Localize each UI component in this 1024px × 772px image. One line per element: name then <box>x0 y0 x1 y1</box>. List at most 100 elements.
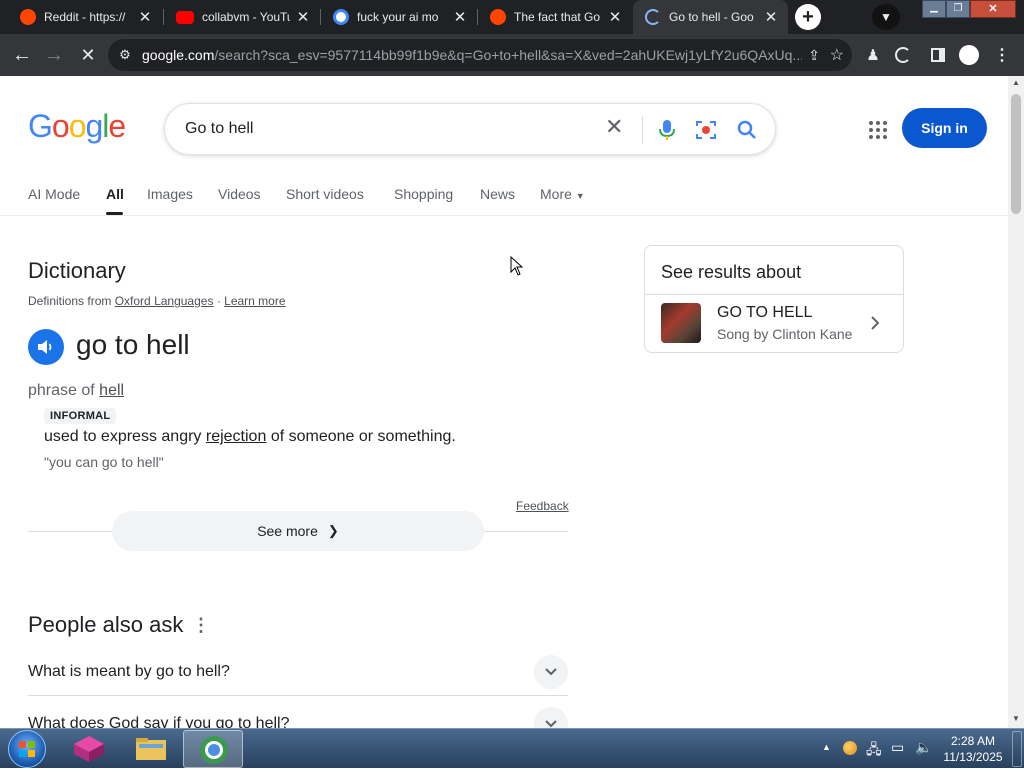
tab-images[interactable]: Images <box>147 186 193 202</box>
paa-heading: People also ask <box>28 612 184 637</box>
taskbar-explorer[interactable] <box>130 733 172 765</box>
source-prefix: Definitions from <box>28 294 112 308</box>
close-icon: ✕ <box>80 44 96 65</box>
share-icon[interactable]: ⇪ <box>808 47 820 64</box>
close-icon[interactable]: ✕ <box>138 8 152 26</box>
sign-in-button[interactable]: Sign in <box>902 108 987 148</box>
logo-letter: e <box>108 108 126 144</box>
clock-time: 2:28 AM <box>950 734 996 748</box>
minimize-button[interactable]: ▁ <box>922 0 946 18</box>
google-icon <box>333 9 349 25</box>
pronunciation-button[interactable] <box>28 329 64 365</box>
more-vert-icon[interactable]: ⋮ <box>192 615 210 636</box>
start-button[interactable] <box>8 730 46 768</box>
learn-more-link[interactable]: Learn more <box>224 294 285 308</box>
arrow-right-icon: → <box>44 43 64 66</box>
address-bar[interactable]: ⚙ google.com/search?sca_esv=9577114bb99f… <box>108 39 852 71</box>
show-desktop-button[interactable] <box>1012 731 1022 767</box>
browser-toolbar: ← → ✕ ⚙ google.com/search?sca_esv=957711… <box>0 34 1024 76</box>
close-icon[interactable]: ✕ <box>453 8 467 26</box>
tab-title: Reddit - https:// <box>44 10 126 24</box>
tab-more[interactable]: More ▼ <box>540 186 585 202</box>
window-close-button[interactable]: ✕ <box>970 0 1016 18</box>
clear-icon[interactable]: ✕ <box>605 114 623 140</box>
camera-lens-icon[interactable] <box>695 119 717 141</box>
feedback-link[interactable]: Feedback <box>516 499 569 513</box>
stop-button[interactable]: ✕ <box>74 34 102 76</box>
loading-extension-icon[interactable] <box>890 34 916 76</box>
tab-shopping[interactable]: Shopping <box>394 186 453 202</box>
show-hidden-icons-icon[interactable]: ▲ <box>822 742 831 752</box>
plus-icon: + <box>802 5 814 28</box>
caret-down-icon: ▼ <box>575 191 585 201</box>
see-more-label: See more <box>257 523 318 539</box>
tab-search-button[interactable]: ▼ <box>872 4 900 30</box>
rejection-link[interactable]: rejection <box>206 428 266 445</box>
google-logo[interactable]: Google <box>28 108 126 145</box>
see-more-button[interactable]: See more ❯ <box>112 511 484 551</box>
album-thumbnail <box>661 303 701 343</box>
new-tab-button[interactable]: + <box>795 4 821 30</box>
more-label: More <box>540 186 572 202</box>
search-icon[interactable] <box>737 120 757 140</box>
tab-title: fuck your ai mo <box>357 10 439 24</box>
tab-all[interactable]: All <box>106 186 124 202</box>
scrollbar-thumb[interactable] <box>1011 94 1021 214</box>
tab-news[interactable]: News <box>480 186 515 202</box>
speaker-icon <box>38 340 52 354</box>
page-scrollbar[interactable]: ▲ ▼ <box>1008 76 1024 728</box>
back-button[interactable]: ← <box>8 34 36 76</box>
tab-reddit-1[interactable]: Reddit - https:// ✕ <box>8 0 162 34</box>
song-result[interactable]: GO TO HELL Song by Clinton Kane <box>645 295 903 353</box>
windows-logo-icon <box>19 741 35 757</box>
scroll-up-icon[interactable]: ▲ <box>1012 78 1020 87</box>
more-vert-icon: ⋮ <box>994 47 1010 64</box>
volume-muted-icon[interactable]: 🔈 <box>915 739 932 756</box>
search-input[interactable]: Go to hell <box>185 120 253 138</box>
tab-youtube[interactable]: collabvm - YouTube ✕ <box>164 0 320 34</box>
tray-app-icon[interactable] <box>843 741 857 755</box>
clock[interactable]: 2:28 AM 11/13/2025 <box>938 733 1008 765</box>
avatar-icon <box>959 45 979 65</box>
taskbar-chrome-active[interactable] <box>183 730 243 768</box>
search-box[interactable]: Go to hell ✕ <box>164 103 776 155</box>
reddit-icon <box>490 9 506 25</box>
paa-question-2[interactable]: What does God say if you go to hell? <box>28 700 568 728</box>
tab-ai-mode[interactable]: AI Mode <box>28 186 80 202</box>
close-icon[interactable]: ✕ <box>296 8 310 26</box>
apps-grid-icon[interactable] <box>868 120 888 140</box>
url-text[interactable]: google.com/search?sca_esv=9577114bb99f1b… <box>142 47 802 63</box>
close-icon[interactable]: ✕ <box>608 8 622 26</box>
def-after: of someone or something. <box>270 428 456 445</box>
maximize-button[interactable]: ❐ <box>946 0 970 18</box>
tab-title: collabvm - YouTube <box>202 10 290 24</box>
scroll-down-icon[interactable]: ▼ <box>1012 714 1020 723</box>
paa-question-1[interactable]: What is meant by go to hell? <box>28 648 568 696</box>
tab-short-videos[interactable]: Short videos <box>286 186 364 202</box>
mic-icon[interactable] <box>657 119 677 141</box>
tab-reddit-2[interactable]: The fact that Go ✕ <box>478 0 632 34</box>
display-icon[interactable]: ▭ <box>891 739 904 756</box>
extension-icon[interactable]: ♟ <box>862 34 884 76</box>
folder-icon <box>136 738 166 760</box>
dictionary-source: Definitions from Oxford Languages · Lear… <box>28 294 286 308</box>
hell-link[interactable]: hell <box>99 382 124 399</box>
menu-button[interactable]: ⋮ <box>990 34 1014 76</box>
forward-button[interactable]: → <box>40 34 68 76</box>
logo-letter: o <box>51 108 70 144</box>
dictionary-word: go to hell <box>76 329 190 360</box>
chevron-right-icon <box>871 316 879 330</box>
arrow-left-icon: ← <box>12 43 32 66</box>
tab-google-search[interactable]: fuck your ai mo ✕ <box>321 0 477 34</box>
tab-videos[interactable]: Videos <box>218 186 261 202</box>
register-badge: INFORMAL <box>44 408 117 424</box>
site-info-icon[interactable]: ⚙ <box>108 47 142 63</box>
bookmark-star-icon[interactable]: ☆ <box>830 45 844 65</box>
network-error-icon[interactable]: 🖧 <box>866 739 882 763</box>
close-icon[interactable]: ✕ <box>764 8 778 26</box>
tab-active-go-to-hell[interactable]: Go to hell - Goo ✕ <box>633 0 788 34</box>
profile-button[interactable] <box>956 34 982 76</box>
oxford-languages-link[interactable]: Oxford Languages <box>115 294 214 308</box>
side-panel-button[interactable] <box>926 34 950 76</box>
taskbar-app-cube[interactable] <box>70 733 108 765</box>
